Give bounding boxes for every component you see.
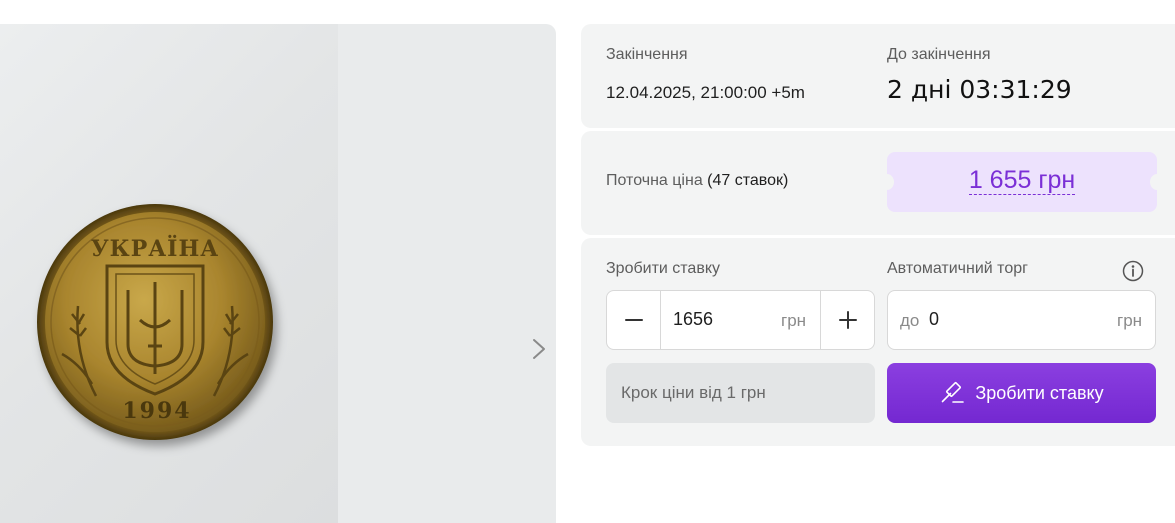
submit-bid-label: Зробити ставку bbox=[975, 382, 1104, 403]
price-step-text: Крок ціни від 1 грн bbox=[621, 383, 766, 402]
gavel-icon bbox=[942, 382, 965, 403]
decrease-bid-button[interactable] bbox=[607, 291, 661, 349]
ending-value: 12.04.2025, 21:00:00 +5m bbox=[606, 83, 805, 102]
price-step-note: Крок ціни від 1 грн bbox=[606, 363, 875, 423]
info-button[interactable] bbox=[1122, 260, 1144, 282]
bid-stepper: грн bbox=[606, 290, 875, 350]
current-price-badge: 1 655 грн bbox=[880, 152, 1164, 212]
chevron-right-icon bbox=[533, 339, 545, 359]
gallery-next-button[interactable] bbox=[524, 332, 554, 366]
make-bid-label: Зробити ставку bbox=[606, 260, 720, 277]
ending-label: Закінчення bbox=[606, 46, 688, 63]
coin-image: УКРАЇНА 1994 bbox=[37, 204, 273, 440]
auto-bid-unit: грн bbox=[1117, 311, 1143, 330]
submit-bid-button[interactable]: Зробити ставку bbox=[887, 363, 1156, 423]
bids-count[interactable]: (47 ставок) bbox=[707, 172, 788, 189]
image-gallery: УКРАЇНА 1994 bbox=[0, 24, 556, 523]
current-price-label: Поточна ціна bbox=[606, 172, 703, 189]
coin-photo[interactable]: УКРАЇНА 1994 bbox=[0, 24, 338, 523]
countdown-value: 2 дні 03:31:29 bbox=[887, 75, 1072, 104]
auto-bid-prefix: до bbox=[900, 311, 920, 330]
auto-bid-input[interactable] bbox=[929, 309, 1079, 330]
auto-bid-label: Автоматичний торг bbox=[887, 260, 1028, 277]
increase-bid-button[interactable] bbox=[820, 291, 874, 349]
bid-unit: грн bbox=[781, 311, 807, 330]
auction-timing-card: Закінчення 12.04.2025, 21:00:00 +5m До з… bbox=[581, 24, 1175, 128]
current-price-card: Поточна ціна (47 ставок) 1 655 грн bbox=[581, 131, 1175, 235]
bid-card: Зробити ставку Автоматичний торг грн до … bbox=[581, 238, 1175, 446]
current-price-value-wrap: 1 655 грн bbox=[887, 166, 1157, 195]
auto-bid-field: до грн bbox=[887, 290, 1156, 350]
current-price-label-row: Поточна ціна (47 ставок) bbox=[606, 172, 788, 190]
coin-inscription: УКРАЇНА bbox=[91, 234, 219, 262]
bid-amount-input[interactable] bbox=[673, 309, 773, 330]
info-icon bbox=[1122, 260, 1144, 282]
minus-icon bbox=[624, 319, 643, 321]
coin-year: 1994 bbox=[122, 398, 191, 424]
countdown-label: До закінчення bbox=[887, 46, 991, 63]
current-price-value[interactable]: 1 655 грн bbox=[968, 166, 1076, 195]
plus-icon bbox=[838, 311, 857, 329]
